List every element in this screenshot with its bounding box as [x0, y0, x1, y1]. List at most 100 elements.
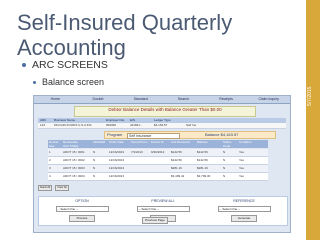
info-cell: 123 — [40, 123, 46, 127]
table-cell: 4 — [49, 174, 51, 178]
slide-title: Self-Insured Quarterly Accounting — [17, 10, 233, 60]
table-cell: N — [223, 166, 226, 170]
table-cell: $281.16 — [197, 166, 208, 170]
table-cell — [130, 165, 150, 172]
table-cell: 2 — [49, 158, 51, 162]
program-label: Program — [107, 132, 123, 137]
column-header: Order Date — [109, 140, 124, 144]
balance-label: Balance $4,163.57 — [205, 132, 238, 138]
table-cell — [150, 173, 170, 180]
table-row[interactable]: 2 ADOT 15 / 0002 N 12/16/2013 $142.56 $1… — [48, 157, 268, 165]
banner-title: Debtor Balance Details with Balance Grea… — [108, 107, 222, 112]
table-cell: N — [223, 158, 226, 162]
table-cell: Yes — [239, 166, 244, 170]
slide-date: 5/7/2015 — [307, 86, 313, 106]
accent-sidebar: 5/7/2015 — [306, 0, 320, 240]
program-field: Self Insurance — [127, 133, 180, 139]
column-header: Amt Received — [171, 140, 190, 144]
table-cell: ADOT 15 / 0003 — [63, 166, 85, 170]
table-cell: N — [93, 166, 96, 170]
table-cell — [130, 173, 150, 180]
section-option: OPTION -- Select One -- Process — [43, 199, 121, 222]
table-cell: $3,499.42 — [171, 174, 185, 178]
table-cell — [150, 165, 170, 172]
table-cell: 12/16/2013 — [109, 166, 125, 170]
section-title: REFERENCE — [233, 199, 255, 203]
table-cell: N — [223, 150, 226, 154]
section-title: OPTION — [75, 199, 89, 203]
column-header: Receivable ACCT/SEQ — [63, 140, 79, 148]
bullet-1-label: ARC SCREENS — [32, 59, 108, 71]
table-cell: N — [93, 158, 96, 162]
previous-page-button[interactable]: Previous Page — [142, 217, 168, 224]
table-cell: 3 — [49, 166, 51, 170]
table-cell: $142.56 — [197, 150, 208, 154]
section-title: PREVIEW ALL — [151, 199, 175, 203]
table-cell: $142.56 — [171, 150, 182, 154]
column-header: Docket Seq — [49, 140, 59, 148]
section-reference: REFERENCE -- Select One -- Generate — [205, 199, 283, 222]
column-header: Period To — [151, 140, 164, 144]
bullet-dot-icon — [33, 80, 36, 84]
table-cell: $142.56 — [171, 158, 182, 162]
balance-label-text: Balance — [205, 132, 220, 137]
clear-all-button[interactable]: Clear All — [55, 185, 69, 191]
menu-item-standard[interactable]: Standard — [119, 96, 162, 103]
preview-select[interactable]: -- Select One -- — [136, 206, 190, 212]
column-header: Balance — [197, 140, 208, 144]
table-cell: ADOT 15 / 0002 — [63, 158, 85, 162]
table-cell: 12/16/2013 — [109, 150, 125, 154]
menu-bar: Home Docket Standard Search Receipts Cla… — [34, 96, 290, 104]
reference-select[interactable]: -- Select One -- — [217, 206, 271, 212]
table-cell: $142.56 — [197, 158, 208, 162]
table-cell: $281.16 — [171, 166, 182, 170]
info-cell: $4,163.57 — [154, 123, 168, 127]
process-button[interactable]: Process — [69, 215, 95, 222]
bullet-balance-screen: Balance screen — [33, 77, 104, 87]
table-cell: N — [93, 174, 96, 178]
table-cell: N — [223, 174, 226, 178]
table-cell — [130, 157, 150, 164]
table-cell: Yes — [239, 174, 244, 178]
table-cell: 7/1/2013 — [131, 150, 143, 154]
option-select[interactable]: -- Select One -- — [55, 206, 109, 212]
balance-screen-screenshot: Home Docket Standard Search Receipts Cla… — [33, 95, 291, 233]
table-row[interactable]: 4 ADOT 15 / 0004 N 12/16/2013 $3,499.42 … — [48, 173, 268, 181]
menu-item-home[interactable]: Home — [34, 96, 77, 103]
bullet-2-label: Balance screen — [42, 77, 105, 87]
generate-button[interactable]: Generate — [231, 215, 257, 222]
ledger-select[interactable]: Self Ins — [184, 123, 216, 128]
table-cell: Yes — [239, 150, 244, 154]
table-cell: 1 — [49, 150, 51, 154]
table-cell: 9/30/2013 — [151, 150, 165, 154]
table-cell: N — [93, 150, 96, 154]
table-cell: 12/16/2013 — [109, 158, 125, 162]
selection-buttons: Select All Clear All — [38, 185, 69, 191]
column-header: Status Code — [223, 140, 232, 148]
table-row[interactable]: 3 ADOT 15 / 0003 N 12/16/2013 $281.16 $2… — [48, 165, 268, 173]
info-cell: 421821... — [130, 123, 143, 127]
balance-value: $4,163.57 — [220, 132, 239, 137]
bullet-arc-screens: ARC SCREENS — [22, 59, 108, 71]
info-cell: 000090 — [106, 123, 117, 127]
menu-item-receipts[interactable]: Receipts — [205, 96, 248, 103]
menu-item-docket[interactable]: Docket — [77, 96, 120, 103]
account-info-row: 123 MCCAIN FOODS U.S.A INC 000090 421821… — [38, 123, 286, 129]
column-header: Period From — [131, 140, 148, 144]
table-cell: Yes — [239, 158, 244, 162]
info-cell: MCCAIN FOODS U.S.A INC — [54, 123, 92, 127]
table-header: Docket Seq Receivable ACCT/SEQ LEDGER Or… — [48, 140, 268, 148]
bullet-dot-icon — [22, 63, 26, 67]
column-header: Condition — [239, 140, 252, 144]
column-header: LEDGER — [93, 140, 106, 144]
table-cell: $3,799.30 — [197, 174, 211, 178]
menu-item-claim-inquiry[interactable]: Claim Inquiry — [247, 96, 290, 103]
program-balance-bar: Program Self Insurance Balance $4,163.57 — [104, 131, 276, 139]
table-row[interactable]: 1 ADOT 15 / 0001 N 12/16/2013 7/1/2013 9… — [48, 149, 268, 157]
table-cell — [150, 157, 170, 164]
menu-item-search[interactable]: Search — [162, 96, 205, 103]
page-banner: Debtor Balance Details with Balance Grea… — [74, 106, 256, 117]
table-cell: ADOT 15 / 0001 — [63, 150, 85, 154]
select-all-button[interactable]: Select All — [38, 185, 52, 191]
table-cell: 12/16/2013 — [109, 174, 125, 178]
